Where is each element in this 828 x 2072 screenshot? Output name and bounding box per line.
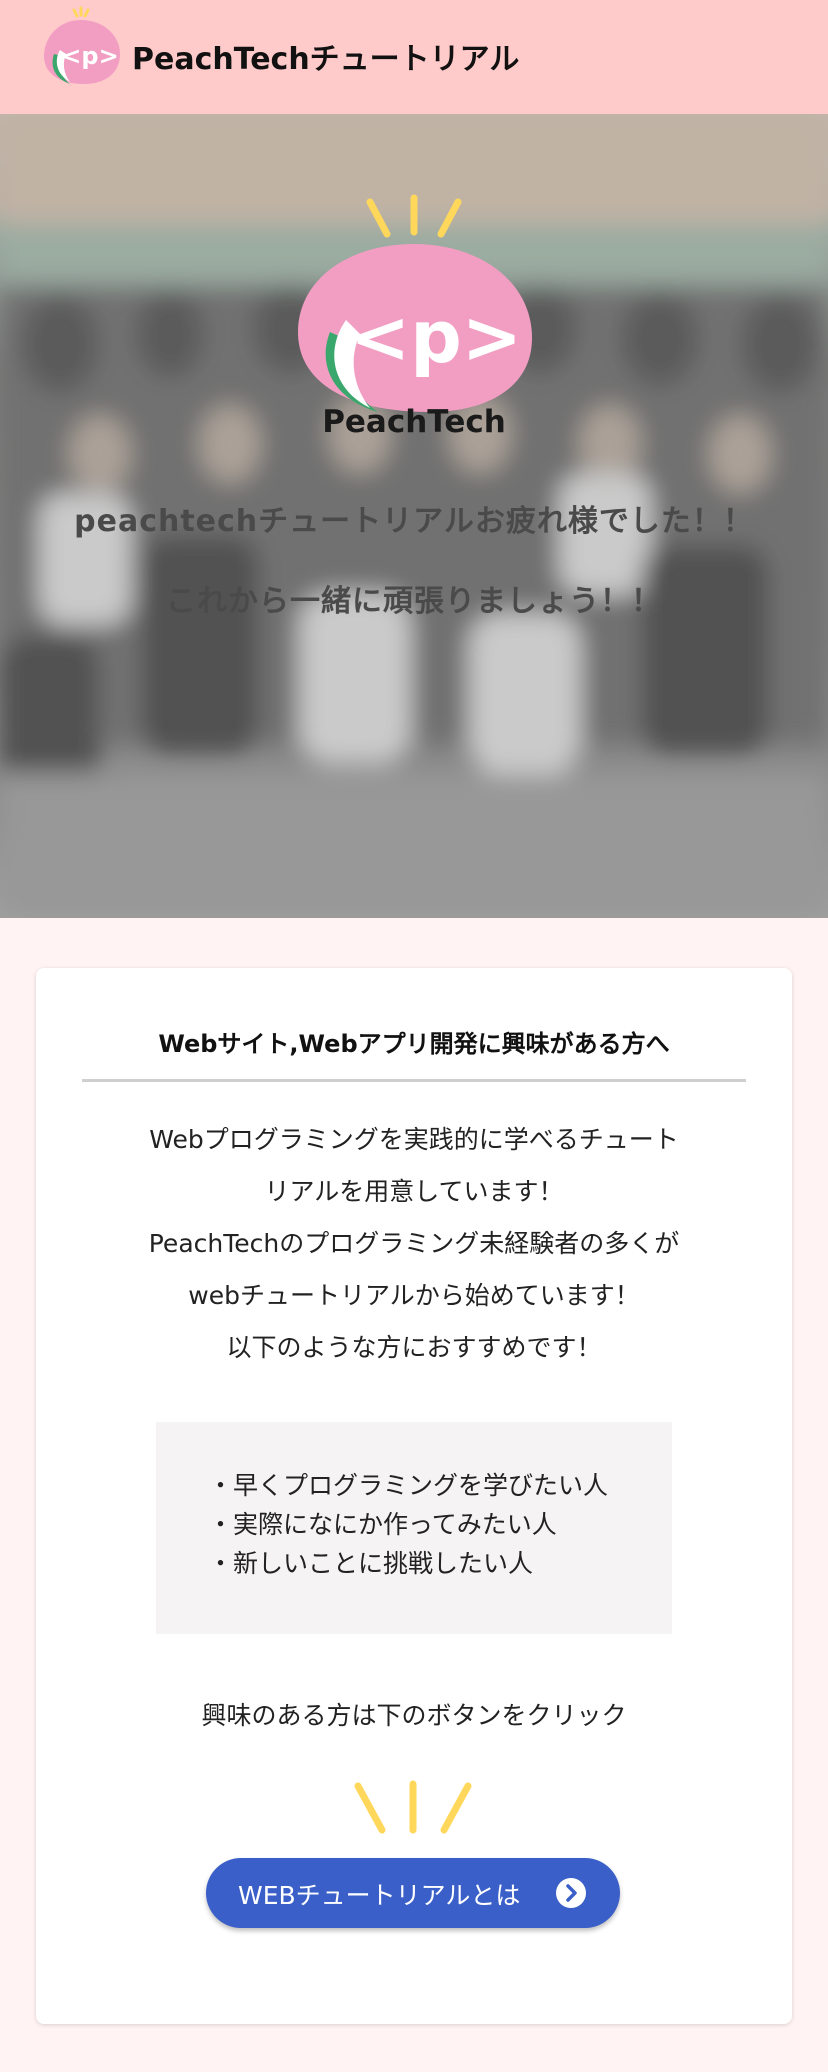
hero-section: <p> PeachTech peachtechチュートリアルお疲れ様でした！！ …	[0, 114, 828, 918]
card-description-line: 以下のような方におすすめです！	[226, 1333, 602, 1362]
hero-message-line2: これから一緒に頑張りましょう！！	[166, 584, 662, 619]
site-header: <p> PeachTechチュートリアル	[0, 0, 828, 114]
svg-text:<p>: <p>	[61, 42, 118, 70]
peachtech-logo-icon[interactable]: <p>	[40, 4, 122, 86]
list-item: ・早くプログラミングを学びたい人	[208, 1471, 609, 1500]
web-tutorial-button[interactable]: WEBチュートリアルとは	[206, 1858, 620, 1928]
list-item: ・新しいことに挑戦したい人	[208, 1549, 534, 1578]
svg-text:<p>: <p>	[350, 295, 522, 379]
card-description-line: Webプログラミングを実践的に学べるチュート	[149, 1125, 679, 1154]
card-title: Webサイト,Webアプリ開発に興味がある方へ	[158, 1030, 670, 1058]
card-description-line: リアルを用意しています！	[264, 1177, 564, 1206]
chevron-right-circle-icon	[556, 1878, 586, 1908]
web-tutorial-card: Webサイト,Webアプリ開発に興味がある方へ Webプログラミングを実践的に学…	[36, 968, 792, 2024]
card-divider	[82, 1079, 746, 1082]
card-description-line: webチュートリアルから始めています！	[188, 1281, 640, 1310]
header-title: PeachTechチュートリアル	[132, 42, 520, 77]
web-tutorial-button-label: WEBチュートリアルとは	[238, 1881, 521, 1910]
peachtech-hero-logo-icon: <p>	[298, 194, 532, 412]
hero-message-line1: peachtechチュートリアルお疲れ様でした！！	[74, 504, 754, 539]
recommend-list: ・早くプログラミングを学びたい人 ・実際になにか作ってみたい人 ・新しいことに挑…	[156, 1422, 672, 1634]
sparkle-icon	[354, 1780, 472, 1834]
cta-text: 興味のある方は下のボタンをクリック	[201, 1701, 627, 1730]
card-description-line: PeachTechのプログラミング未経験者の多くが	[148, 1229, 680, 1258]
list-item: ・実際になにか作ってみたい人	[208, 1510, 557, 1539]
hero-brand-name: PeachTech	[322, 404, 506, 440]
